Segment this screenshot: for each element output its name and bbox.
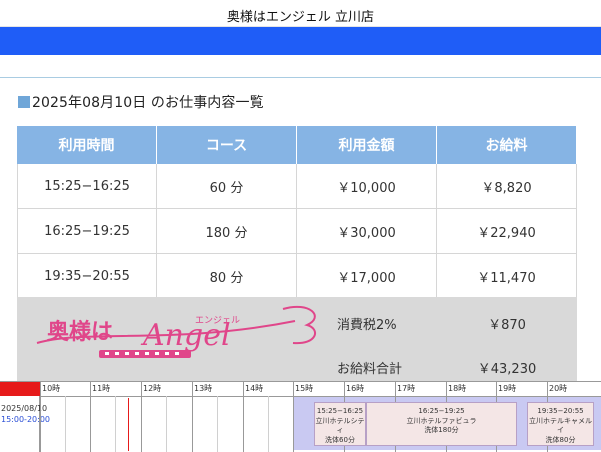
wing-icon [282, 305, 317, 345]
half-hour-line [65, 396, 66, 452]
cell-pay: ￥11,470 [437, 254, 577, 299]
half-hour-line [115, 396, 116, 452]
hour-col-15: 15時 [293, 382, 313, 452]
current-time-marker [128, 398, 129, 451]
half-hour-line [217, 396, 218, 452]
section-heading: 2025年08月10日 のお仕事内容一覧 [18, 93, 264, 111]
col-header-amount: 利用金額 [297, 126, 437, 164]
hour-col-11: 11時 [90, 382, 110, 452]
schedule-timeline: 2025/08/10 15:00-20:00 10時 11時 12時 13時 1… [0, 381, 601, 452]
cell-course: 180 分 [157, 209, 297, 254]
timeline-red-tab [0, 382, 40, 396]
hour-col-13: 13時 [192, 382, 212, 452]
cell-amount: ￥10,000 [297, 164, 437, 209]
tax-value: ￥870 [488, 318, 526, 333]
hour-col-10: 10時 [40, 382, 60, 452]
pay-summary: 奥様は Angel エンジェル 消費税2% ￥870 お給料合計 ￥43,230 [17, 297, 577, 381]
col-header-course: コース [157, 126, 297, 164]
cell-course: 60 分 [157, 164, 297, 209]
cell-pay: ￥22,940 [437, 209, 577, 254]
col-header-pay: お給料 [437, 126, 577, 164]
cell-time: 16:25−19:25 [17, 209, 157, 254]
work-table: 利用時間 コース 利用金額 お給料 15:25−16:25 60 分 ￥10,0… [17, 126, 577, 299]
table-row: 16:25−19:25 180 分 ￥30,000 ￥22,940 [17, 209, 577, 254]
table-row: 19:35−20:55 80 分 ￥17,000 ￥11,470 [17, 254, 577, 299]
top-bar: 奥様はエンジェル 立川店 [0, 0, 601, 27]
timeline-date-column: 2025/08/10 15:00-20:00 [0, 382, 50, 452]
booking-slot[interactable]: 19:35−20:55 立川ホテルキャメルイ 洗体80分 [527, 402, 594, 446]
angel-logo: 奥様は Angel エンジェル [36, 305, 317, 358]
blue-banner [0, 27, 601, 55]
booking-slot[interactable]: 16:25−19:25 立川ホテルファビュラ 洗体180分 [366, 402, 517, 446]
train-icon [99, 350, 191, 358]
hour-col-14: 14時 [243, 382, 263, 452]
logo-brand-jp: 奥様は [47, 319, 113, 345]
table-header-row: 利用時間 コース 利用金額 お給料 [17, 126, 577, 164]
total-label: お給料合計 [337, 362, 403, 377]
cell-course: 80 分 [157, 254, 297, 299]
cell-amount: ￥30,000 [297, 209, 437, 254]
tax-label: 消費税2% [337, 318, 397, 333]
logo-brand-kana: エンジェル [195, 316, 240, 326]
section-divider [0, 77, 601, 78]
half-hour-line [166, 396, 167, 452]
cell-pay: ￥8,820 [437, 164, 577, 209]
square-bullet-icon [18, 96, 30, 108]
cell-amount: ￥17,000 [297, 254, 437, 299]
booking-slot[interactable]: 15:25−16:25 立川ホテルシティ 洗体60分 [314, 402, 366, 446]
section-title: 2025年08月10日 のお仕事内容一覧 [32, 95, 264, 111]
hour-col-12: 12時 [141, 382, 161, 452]
cell-time: 19:35−20:55 [17, 254, 157, 299]
page-title: 奥様はエンジェル 立川店 [226, 10, 375, 25]
table-row: 15:25−16:25 60 分 ￥10,000 ￥8,820 [17, 164, 577, 209]
total-value: ￥43,230 [477, 362, 537, 377]
half-hour-line [268, 396, 269, 452]
timeline-range[interactable]: 15:00-20:00 [1, 415, 50, 424]
col-header-time: 利用時間 [17, 126, 157, 164]
cell-time: 15:25−16:25 [17, 164, 157, 209]
